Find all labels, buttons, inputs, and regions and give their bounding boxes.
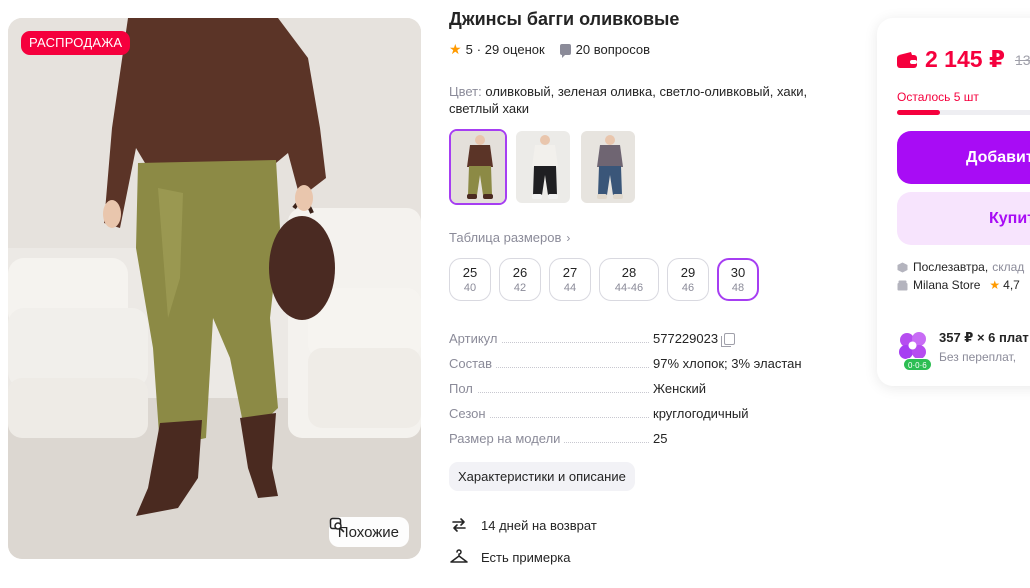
product-main-photo[interactable]: РАСПРОДАЖА Похожие: [8, 18, 421, 559]
rating-row[interactable]: ★ 5 · 29 оценок 20 вопросов: [449, 41, 650, 58]
size-option[interactable]: 29 46: [667, 258, 709, 301]
delivery-info: Послезавтра, склад: [897, 260, 1024, 274]
questions-icon: [559, 44, 571, 58]
product-photo-illustration: [8, 18, 421, 559]
param-row: Пол Женский: [449, 381, 819, 406]
param-value: 25: [653, 431, 668, 446]
param-value: 97% хлопок; 3% эластан: [653, 356, 802, 371]
store-icon: [897, 280, 908, 290]
size-eu: 44-46: [614, 281, 644, 294]
param-value: круглогодичный: [653, 406, 749, 421]
fitting-feature: Есть примерка: [449, 547, 571, 567]
param-value-wrap: 25: [653, 431, 667, 446]
param-value: 577229023: [653, 331, 719, 346]
color-swatch-olive[interactable]: [449, 129, 507, 205]
store-star-icon: ★: [989, 278, 1001, 292]
size-option[interactable]: 30 48: [717, 258, 759, 301]
size-eu: 48: [731, 281, 745, 294]
color-swatch-blue[interactable]: [579, 129, 637, 205]
param-key: Пол: [449, 381, 477, 396]
size-ru: 25: [462, 264, 478, 280]
hanger-icon: [450, 549, 468, 563]
param-row: Артикул 577229023: [449, 331, 819, 356]
param-value-wrap: Женский: [653, 381, 706, 396]
delivery-warehouse: склад: [992, 260, 1025, 274]
old-price: 13: [1014, 51, 1030, 68]
buy-panel: 2 145 ₽ 13 Осталось 5 шт Добавит Купит П…: [877, 18, 1030, 386]
size-option[interactable]: 25 40: [449, 258, 491, 301]
size-option[interactable]: 28 44-46: [599, 258, 659, 301]
star-icon: ★: [449, 41, 462, 57]
store-name[interactable]: Milana Store: [913, 278, 980, 292]
size-ru: 28: [621, 264, 637, 280]
swatch-thumbnail: [581, 131, 635, 203]
size-selector: 25 40 26 42 27 44 28 44-46 29 46 30 48: [449, 258, 759, 301]
size-ru: 29: [680, 264, 696, 280]
color-swatches: [449, 129, 637, 205]
store-rating: 4,7: [1003, 278, 1020, 292]
fitting-label: Есть примерка: [481, 549, 571, 565]
stock-progress-fill: [897, 110, 941, 115]
size-option[interactable]: 26 42: [499, 258, 541, 301]
installment-amount: 357 ₽ × 6 плат: [939, 330, 1029, 345]
param-key: Размер на модели: [449, 431, 565, 446]
similar-button-label: Похожие: [337, 523, 399, 541]
size-eu: 42: [513, 281, 527, 294]
size-ru: 26: [512, 264, 528, 280]
param-key: Состав: [449, 356, 497, 371]
reviews-count[interactable]: · 29 оценок: [477, 42, 545, 57]
param-key: Сезон: [449, 406, 490, 421]
store-info[interactable]: Milana Store ★ 4,7: [897, 278, 1020, 292]
color-swatch-black[interactable]: [514, 129, 572, 205]
return-label: 14 дней на возврат: [481, 517, 597, 533]
color-value: оливковый, зеленая оливка, светло-оливко…: [449, 84, 808, 116]
questions-count[interactable]: 20 вопросов: [576, 42, 650, 57]
param-value-wrap: 577229023: [653, 331, 736, 347]
size-option[interactable]: 27 44: [549, 258, 591, 301]
box-icon: [897, 262, 908, 272]
rating-value: 5: [465, 42, 473, 57]
product-title: Джинсы багги оливковые: [449, 9, 680, 29]
param-row: Сезон круглогодичный: [449, 406, 819, 431]
param-leader: [449, 392, 649, 393]
installment-note: Без переплат,: [939, 350, 1017, 364]
size-eu: 40: [463, 281, 477, 294]
stock-label: Осталось 5 шт: [897, 90, 979, 104]
specs-button[interactable]: Характеристики и описание: [449, 462, 635, 491]
param-value: Женский: [653, 381, 706, 396]
delivery-date: Послезавтра,: [913, 260, 989, 274]
buy-now-button[interactable]: Купит: [897, 192, 1030, 245]
wallet-icon: [897, 51, 917, 68]
return-arrows-icon: [452, 518, 466, 532]
size-table-link[interactable]: Таблица размеров ›: [449, 230, 570, 245]
size-ru: 27: [562, 264, 578, 280]
size-ru: 30: [730, 264, 746, 280]
chevron-right-icon: ›: [566, 231, 571, 245]
swatch-thumbnail: [516, 131, 570, 203]
param-row: Размер на модели 25: [449, 431, 819, 456]
param-row: Состав 97% хлопок; 3% эластан: [449, 356, 819, 381]
stock-progress: [897, 110, 1030, 115]
param-key: Артикул: [449, 331, 502, 346]
param-value-wrap: 97% хлопок; 3% эластан: [653, 356, 802, 371]
size-eu: 46: [681, 281, 695, 294]
product-params: Артикул 577229023 Состав 97% хлопок; 3% эла…: [449, 331, 819, 456]
similar-search-icon: [329, 517, 345, 533]
installment-badge: 0·0·6: [903, 358, 932, 371]
swatch-thumbnail: [451, 131, 505, 203]
color-label: Цвет:: [449, 84, 482, 99]
color-line: Цвет: оливковый, зеленая оливка, светло-…: [449, 83, 819, 117]
copy-icon[interactable]: [721, 332, 736, 347]
add-to-cart-button[interactable]: Добавит: [897, 131, 1030, 184]
price-row: 2 145 ₽ 13: [897, 46, 1030, 73]
size-eu: 44: [563, 281, 577, 294]
return-feature: 14 дней на возврат: [449, 515, 597, 535]
sale-badge: РАСПРОДАЖА: [21, 31, 131, 55]
param-value-wrap: круглогодичный: [653, 406, 749, 421]
current-price: 2 145 ₽: [925, 46, 1005, 72]
similar-button[interactable]: Похожие: [328, 517, 409, 547]
size-table-label: Таблица размеров: [449, 230, 562, 245]
